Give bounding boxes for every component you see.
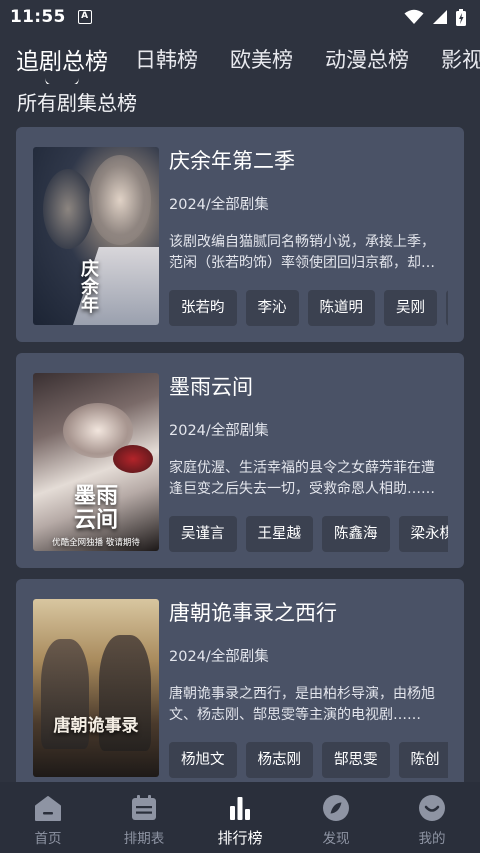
drama-title[interactable]: 墨雨云间 [169, 371, 253, 401]
signal-icon [433, 10, 447, 24]
cast-chips[interactable]: 吴谨言 王星越 陈鑫海 梁永棋 [169, 516, 448, 552]
poster-title: 庆余年 [78, 259, 99, 313]
tab-anime[interactable]: 动漫总榜 [325, 44, 409, 74]
cast-chips[interactable]: 张若昀 李沁 陈道明 吴刚 [169, 290, 448, 326]
tab-label: 追剧总榜 [16, 49, 108, 75]
drama-title[interactable]: 庆余年第二季 [169, 145, 295, 175]
drama-card[interactable]: 唐朝诡事录 唐朝诡事录之西行 2024/全部剧集 唐朝诡事录之西行，是由柏杉导演… [16, 579, 464, 782]
nav-discover[interactable]: 发现 [288, 782, 384, 853]
drama-meta: 2024/全部剧集 [169, 649, 269, 665]
smile-face-icon [419, 795, 445, 821]
home-icon [35, 796, 61, 821]
cast-chip[interactable]: 吴谨言 [169, 516, 237, 552]
cast-chip[interactable]: 王星越 [245, 516, 313, 552]
ranking-list[interactable]: 庆余年 庆余年第二季 2024/全部剧集 该剧改编自猫腻同名畅销小说，承接上季，… [0, 124, 480, 782]
drama-meta: 2024/全部剧集 [169, 423, 269, 439]
notification-a-icon: A [77, 10, 92, 24]
status-bar: 11:55 A [0, 0, 480, 34]
cast-chip[interactable]: 杨旭文 [169, 742, 237, 778]
tab-active-indicator [45, 78, 79, 84]
nav-label: 首页 [34, 831, 62, 847]
bottom-nav: 首页 排期表 排行榜 发现 我的 [0, 782, 480, 853]
calendar-icon [132, 795, 156, 820]
poster-figure [43, 169, 93, 249]
nav-ranking[interactable]: 排行榜 [192, 782, 288, 853]
cast-chip[interactable] [446, 290, 448, 326]
section-title: 所有剧集总榜 [17, 91, 137, 115]
drama-poster[interactable]: 墨雨 云间 优酷全网独播 敬请期待 [33, 373, 159, 551]
bar-chart-icon [230, 797, 250, 820]
cast-chip[interactable]: 吴刚 [384, 290, 437, 326]
drama-card[interactable]: 墨雨 云间 优酷全网独播 敬请期待 墨雨云间 2024/全部剧集 家庭优渥、生活… [16, 353, 464, 568]
nav-label: 发现 [322, 831, 350, 847]
poster-figure [89, 155, 151, 245]
poster-title: 唐朝诡事录 [53, 716, 139, 736]
status-icons [404, 8, 466, 26]
nav-schedule[interactable]: 排期表 [96, 782, 192, 853]
tab-western[interactable]: 欧美榜 [230, 44, 293, 74]
tab-chase-overall[interactable]: 追剧总榜 [16, 42, 108, 76]
cast-chip[interactable]: 郜思雯 [322, 742, 390, 778]
nav-home[interactable]: 首页 [0, 782, 96, 853]
cast-chip[interactable]: 杨志刚 [245, 742, 313, 778]
cast-chip[interactable]: 梁永棋 [398, 516, 448, 552]
poster-title: 墨雨 云间 [73, 484, 118, 533]
cast-chip[interactable]: 张若昀 [169, 290, 237, 326]
drama-meta: 2024/全部剧集 [169, 197, 269, 213]
wifi-icon [404, 9, 424, 24]
drama-description: 唐朝诡事录之西行，是由柏杉导演，由杨旭文、杨志刚、郜思雯等主演的电视剧…… [169, 686, 435, 723]
cast-chips[interactable]: 杨旭文 杨志刚 郜思雯 陈创 [169, 742, 448, 778]
drama-card[interactable]: 庆余年 庆余年第二季 2024/全部剧集 该剧改编自猫腻同名畅销小说，承接上季，… [16, 127, 464, 342]
cast-chip[interactable]: 陈创 [398, 742, 448, 778]
category-tabs: 追剧总榜 日韩榜 欧美榜 动漫总榜 影视 [0, 34, 480, 84]
cast-chip[interactable]: 李沁 [245, 290, 299, 326]
poster-caption: 优酷全网独播 敬请期待 [52, 538, 140, 548]
battery-icon [456, 8, 466, 26]
cast-chip[interactable]: 陈道明 [307, 290, 375, 326]
drama-title[interactable]: 唐朝诡事录之西行 [169, 597, 337, 627]
drama-description: 该剧改编自猫腻同名畅销小说，承接上季，范闲（张若昀饰）率领使团回归京都，却遭遇刺… [169, 234, 435, 271]
status-time: 11:55 [10, 7, 66, 27]
tab-japan-korea[interactable]: 日韩榜 [135, 44, 198, 74]
drama-description: 家庭优渥、生活幸福的县令之女薛芳菲在遭逢巨变之后失去一切，受救命恩人相助…… [169, 460, 435, 497]
nav-label: 我的 [418, 831, 446, 847]
nav-profile[interactable]: 我的 [384, 782, 480, 853]
compass-icon [323, 795, 349, 821]
drama-poster[interactable]: 庆余年 [33, 147, 159, 325]
drama-poster[interactable]: 唐朝诡事录 [33, 599, 159, 777]
nav-label: 排期表 [123, 831, 165, 847]
tab-film[interactable]: 影视 [441, 44, 480, 74]
cast-chip[interactable]: 陈鑫海 [322, 516, 390, 552]
nav-label: 排行榜 [217, 829, 263, 847]
poster-figure [113, 445, 153, 473]
